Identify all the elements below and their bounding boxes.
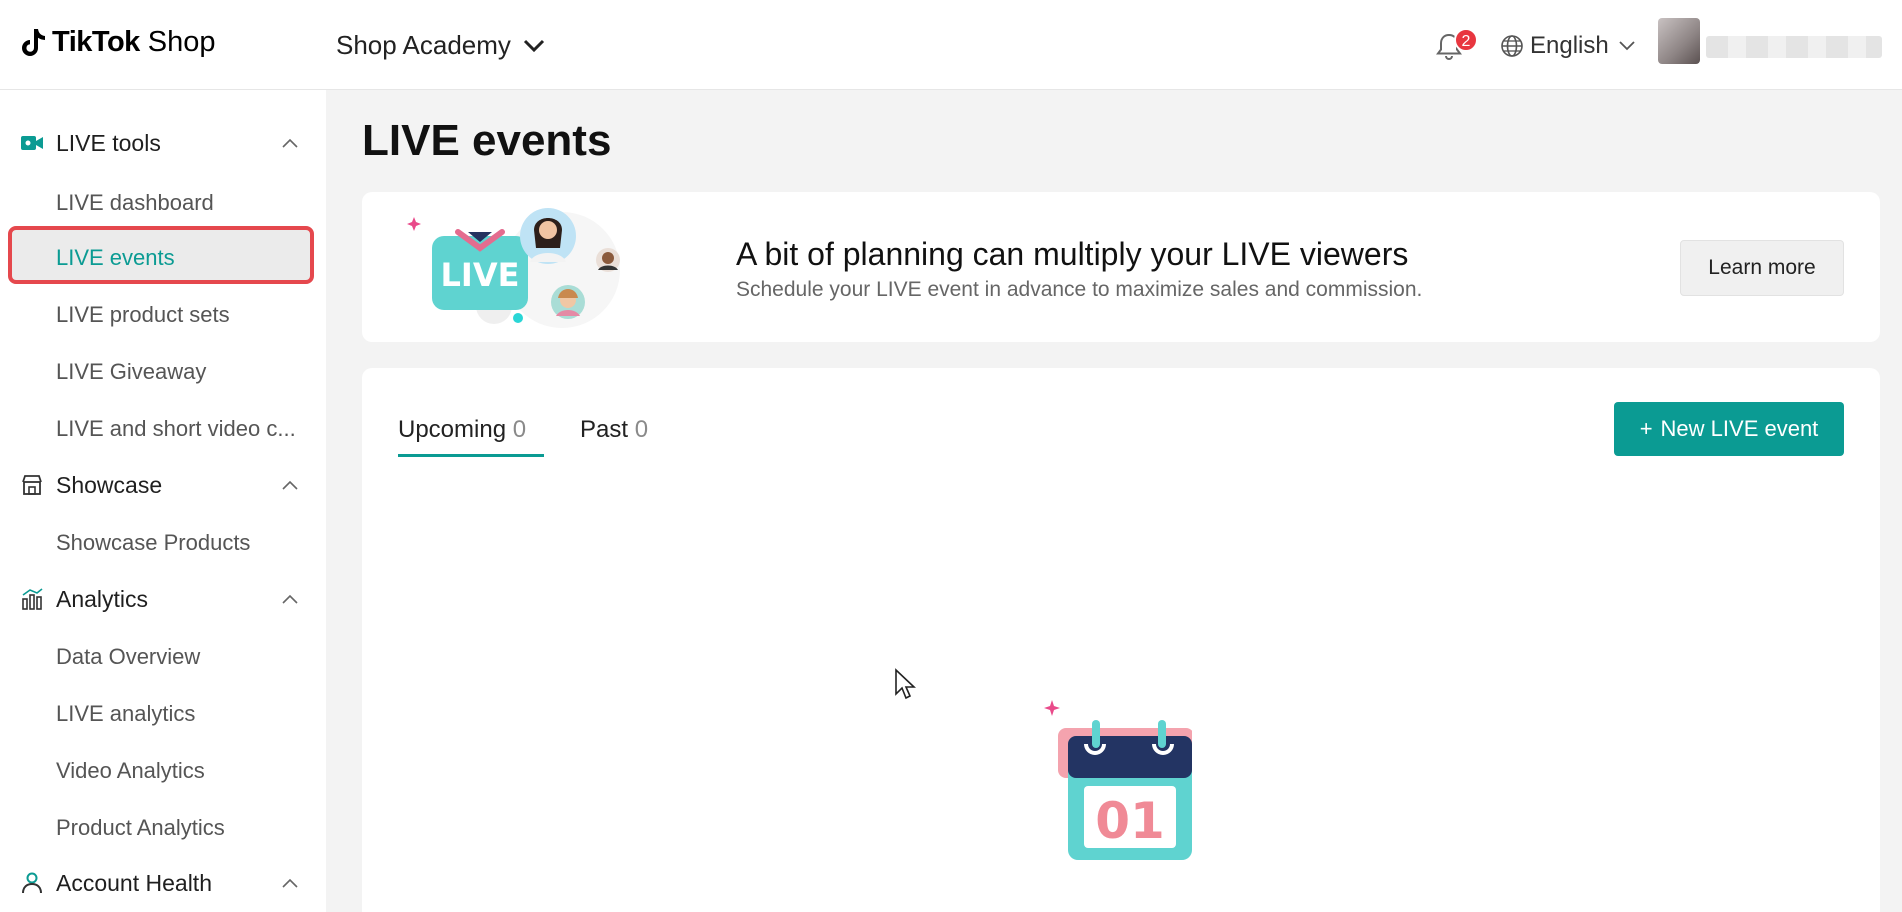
chevron-up-icon bbox=[282, 138, 298, 148]
sidebar: LIVE tools LIVE dashboard LIVE events LI… bbox=[0, 90, 326, 912]
banner-subtitle: Schedule your LIVE event in advance to m… bbox=[736, 278, 1423, 301]
shop-academy-label: Shop Academy bbox=[336, 30, 511, 60]
tab-upcoming[interactable]: Upcoming 0 bbox=[398, 416, 526, 444]
sidebar-item-live-events[interactable]: LIVE events bbox=[56, 245, 175, 271]
tab-count: 0 bbox=[634, 416, 649, 443]
language-selector[interactable]: English bbox=[1500, 32, 1635, 60]
section-label: Analytics bbox=[56, 585, 149, 612]
sidebar-item-live-giveaway[interactable]: LIVE Giveaway bbox=[56, 359, 206, 385]
language-label: English bbox=[1530, 32, 1609, 59]
live-illustration: LIVE bbox=[407, 208, 620, 328]
tab-label: Upcoming bbox=[398, 416, 507, 443]
chevron-up-icon bbox=[282, 878, 298, 888]
tab-past[interactable]: Past 0 bbox=[580, 416, 648, 444]
new-live-event-button[interactable]: + New LIVE event bbox=[1614, 402, 1844, 456]
tiktok-logo-icon bbox=[22, 28, 45, 56]
section-label: LIVE tools bbox=[56, 129, 161, 156]
sidebar-item-live-product-sets[interactable]: LIVE product sets bbox=[56, 302, 230, 328]
globe-icon bbox=[1501, 35, 1523, 57]
events-panel: Upcoming 0 Past 0 + New LIVE event 01 bbox=[362, 368, 1880, 912]
sidebar-item-data-overview[interactable]: Data Overview bbox=[56, 644, 200, 670]
shop-academy-dropdown[interactable]: Shop Academy bbox=[336, 30, 545, 61]
bar-chart-icon bbox=[22, 588, 43, 610]
sidebar-section-analytics[interactable]: Analytics bbox=[0, 576, 326, 622]
section-label: Account Health bbox=[56, 869, 212, 896]
chevron-down-icon bbox=[523, 39, 544, 52]
calendar-date-text: 01 bbox=[1095, 792, 1165, 850]
section-label: Showcase bbox=[56, 471, 163, 498]
tiktok-shop-logo[interactable]: TikTok Shop bbox=[20, 26, 216, 59]
sidebar-item-video-analytics[interactable]: Video Analytics bbox=[56, 758, 205, 784]
active-tab-indicator bbox=[398, 454, 544, 457]
top-header: TikTok Shop Shop Academy 2 English bbox=[0, 0, 1902, 90]
chevron-up-icon bbox=[282, 480, 298, 490]
logo-brand-text: TikTok bbox=[52, 26, 140, 58]
banner-title: A bit of planning can multiply your LIVE… bbox=[736, 236, 1409, 272]
new-live-event-label: New LIVE event bbox=[1660, 416, 1819, 441]
sidebar-item-live-dashboard[interactable]: LIVE dashboard bbox=[56, 190, 214, 216]
learn-more-button[interactable]: Learn more bbox=[1680, 240, 1844, 296]
storefront-icon bbox=[22, 475, 42, 495]
sidebar-section-live-tools[interactable]: LIVE tools bbox=[0, 120, 326, 166]
sidebar-item-live-short-video[interactable]: LIVE and short video c... bbox=[56, 416, 296, 442]
sidebar-item-showcase-products[interactable]: Showcase Products bbox=[56, 530, 250, 556]
sidebar-section-account-health[interactable]: Account Health bbox=[0, 860, 326, 906]
tab-count: 0 bbox=[512, 416, 527, 443]
sidebar-item-live-analytics[interactable]: LIVE analytics bbox=[56, 701, 195, 727]
logo-suffix-text: Shop bbox=[147, 26, 216, 58]
account-name-redacted[interactable] bbox=[1706, 36, 1882, 58]
notification-badge: 2 bbox=[1454, 28, 1478, 52]
planning-banner: LIVE A bit of planning can multiply your… bbox=[362, 192, 1880, 342]
tab-label: Past bbox=[580, 416, 629, 443]
live-badge-text: LIVE bbox=[441, 256, 520, 294]
person-icon bbox=[22, 872, 42, 894]
chevron-down-icon bbox=[1619, 41, 1635, 51]
empty-calendar-illustration: 01 bbox=[1044, 700, 1192, 860]
sidebar-item-product-analytics[interactable]: Product Analytics bbox=[56, 815, 225, 841]
avatar[interactable] bbox=[1658, 18, 1700, 64]
page-title: LIVE events bbox=[362, 116, 612, 165]
video-camera-icon bbox=[21, 136, 43, 150]
sidebar-section-showcase[interactable]: Showcase bbox=[0, 462, 326, 508]
plus-icon: + bbox=[1639, 416, 1653, 441]
chevron-up-icon bbox=[282, 594, 298, 604]
